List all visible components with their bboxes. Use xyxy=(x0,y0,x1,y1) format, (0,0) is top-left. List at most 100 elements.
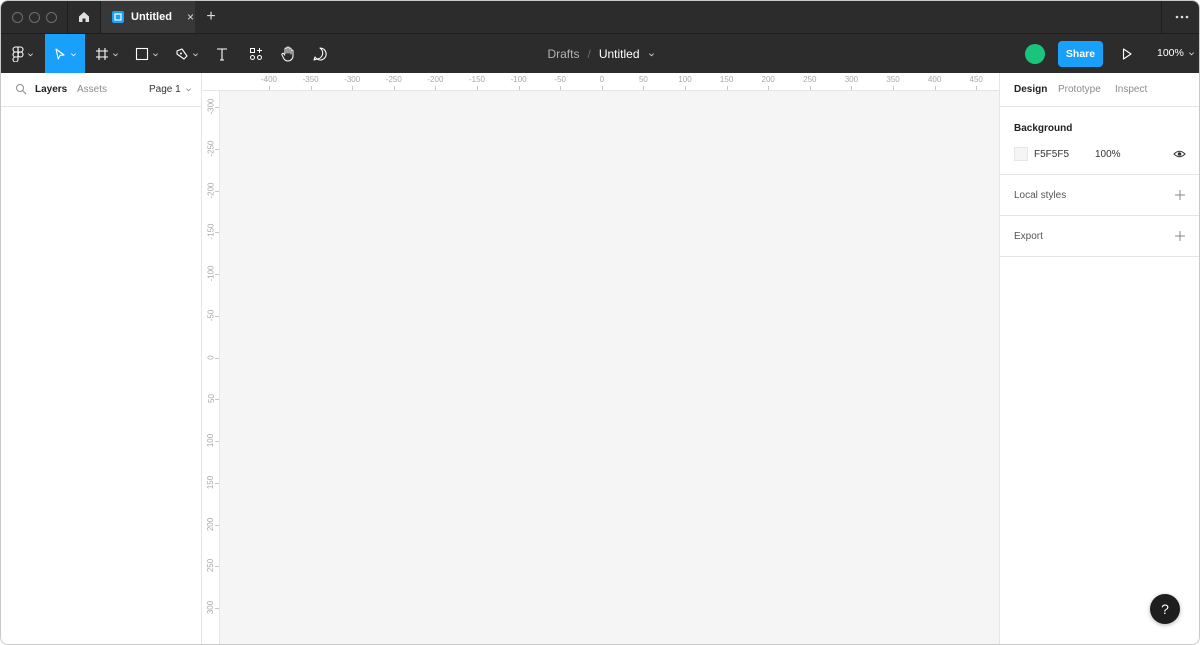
shape-tool-button[interactable] xyxy=(129,34,165,74)
chevron-down-icon xyxy=(1188,51,1194,55)
ruler-x-tick xyxy=(352,86,354,90)
ruler-y-tick xyxy=(215,608,219,609)
ruler-x-tick xyxy=(518,86,520,90)
ruler-x-tick xyxy=(934,86,936,90)
eye-icon[interactable] xyxy=(1173,148,1186,160)
ruler-x-label: -200 xyxy=(427,75,444,84)
app-window: Untitled × + Drafts / Untitled Share 100… xyxy=(0,0,1200,645)
layers-panel-header: Layers Assets Page 1 xyxy=(1,73,201,107)
plus-icon[interactable] xyxy=(1174,189,1186,201)
close-window-button[interactable] xyxy=(12,11,23,23)
background-opacity-value[interactable]: 100% xyxy=(1095,149,1121,160)
ruler-x-label: -250 xyxy=(385,75,402,84)
horizontal-ruler: -400 -350 -300 -250 -200 -150 -100 -50 0 50 100 150… xyxy=(202,73,999,91)
ruler-y-tick xyxy=(215,315,219,317)
properties-panel: Design Prototype Inspect Background F5F5… xyxy=(999,73,1199,644)
zoom-menu[interactable]: 100% xyxy=(1157,47,1195,59)
file-name-menu[interactable]: Untitled xyxy=(599,47,655,61)
ruler-x-label: 200 xyxy=(761,75,775,84)
ruler-x-tick xyxy=(477,86,478,90)
ruler-y-tick xyxy=(215,399,219,401)
close-tab-icon[interactable]: × xyxy=(187,10,194,24)
export-section: Export xyxy=(1000,216,1199,257)
tab-design[interactable]: Design xyxy=(1014,84,1047,95)
background-color-swatch[interactable] xyxy=(1014,147,1028,161)
chevron-down-icon xyxy=(185,88,191,92)
share-button[interactable]: Share xyxy=(1058,41,1103,67)
text-tool-button[interactable] xyxy=(209,34,235,74)
chevron-down-icon xyxy=(71,52,76,56)
home-button[interactable] xyxy=(67,1,101,33)
tab-inspect[interactable]: Inspect xyxy=(1115,84,1147,95)
ruler-x-label: 250 xyxy=(803,75,817,84)
help-button[interactable]: ? xyxy=(1150,594,1180,624)
tab-prototype[interactable]: Prototype xyxy=(1058,84,1101,95)
page-selector[interactable]: Page 1 xyxy=(149,84,192,95)
chevron-down-icon xyxy=(113,52,118,56)
maximize-window-button[interactable] xyxy=(46,11,57,23)
new-tab-button[interactable]: + xyxy=(195,1,227,33)
ruler-x-label: 50 xyxy=(638,75,648,84)
hand-icon xyxy=(281,46,294,62)
breadcrumb-separator: / xyxy=(587,47,591,61)
ruler-x-label: -150 xyxy=(468,75,486,84)
resources-tool-button[interactable] xyxy=(241,34,271,74)
ruler-x-tick xyxy=(269,86,270,90)
breadcrumb-project[interactable]: Drafts xyxy=(547,47,579,61)
plus-icon[interactable] xyxy=(1174,230,1186,242)
pen-tool-button[interactable] xyxy=(169,34,205,74)
cursor-arrow-icon xyxy=(55,48,65,60)
present-play-icon[interactable] xyxy=(1119,46,1135,62)
file-tab-title: Untitled xyxy=(131,11,172,23)
ruler-x-label: -350 xyxy=(302,75,319,84)
frame-tool-button[interactable] xyxy=(89,34,125,74)
ruler-y-tick xyxy=(215,566,219,568)
comment-tool-button[interactable] xyxy=(305,34,335,74)
ruler-x-label: 100 xyxy=(678,75,692,84)
ruler-x-tick xyxy=(310,86,312,90)
toolbar: Drafts / Untitled Share 100% xyxy=(1,33,1199,74)
ruler-x-label: -300 xyxy=(344,75,361,84)
move-tool-button[interactable] xyxy=(45,34,85,74)
rectangle-icon xyxy=(135,47,149,61)
ruler-x-tick xyxy=(643,86,645,90)
ruler-x-label: 300 xyxy=(844,75,859,84)
ruler-x-tick xyxy=(685,86,686,90)
chevron-down-icon xyxy=(648,52,654,56)
local-styles-section: Local styles xyxy=(1000,175,1199,216)
ruler-y-tick xyxy=(215,524,219,526)
design-file-icon xyxy=(112,11,124,23)
ruler-x-label: 350 xyxy=(886,75,900,84)
zoom-level: 100% xyxy=(1157,47,1184,59)
tab-layers[interactable]: Layers xyxy=(35,84,67,95)
canvas[interactable] xyxy=(220,91,999,644)
minimize-window-button[interactable] xyxy=(29,11,40,23)
ruler-x-tick xyxy=(809,86,811,90)
more-options-button[interactable] xyxy=(1161,1,1199,33)
layers-panel: Layers Assets Page 1 xyxy=(1,73,202,644)
background-title: Background xyxy=(1014,123,1073,134)
ellipsis-icon xyxy=(1175,15,1188,19)
ruler-x-tick xyxy=(976,86,978,90)
ruler-x-label: -50 xyxy=(554,75,566,84)
title-bar: Untitled × + xyxy=(1,1,1199,33)
hand-tool-button[interactable] xyxy=(273,34,303,74)
ruler-x-tick xyxy=(601,86,603,90)
user-avatar[interactable] xyxy=(1025,44,1045,64)
text-icon xyxy=(217,48,227,61)
main-menu-button[interactable] xyxy=(1,34,45,74)
background-hex-value[interactable]: F5F5F5 xyxy=(1034,149,1069,160)
ruler-x-label: 150 xyxy=(719,75,734,84)
search-icon[interactable] xyxy=(15,83,27,95)
ruler-y-tick xyxy=(215,357,219,359)
tab-assets[interactable]: Assets xyxy=(77,84,107,95)
page-name: Page 1 xyxy=(149,84,181,95)
ruler-x-tick xyxy=(393,86,395,90)
file-tab[interactable]: Untitled × xyxy=(101,1,195,33)
ruler-x-label: 400 xyxy=(927,75,942,84)
ruler-x-label: -100 xyxy=(510,75,527,84)
export-title: Export xyxy=(1014,231,1043,242)
vertical-ruler: -300 -250 -200 -150 -100 -50 0 50 100 150 200 250 30… xyxy=(202,91,220,644)
ruler-x-tick xyxy=(435,86,437,90)
ruler-x-tick xyxy=(560,86,562,90)
